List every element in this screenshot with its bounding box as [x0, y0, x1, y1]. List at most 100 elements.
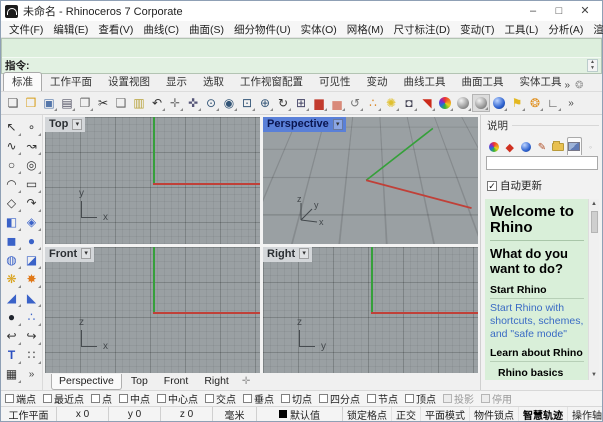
panel-tab-render-icon[interactable]: ◆ — [502, 139, 517, 155]
paste-icon[interactable]: ▥ — [130, 94, 148, 112]
point-cloud-tool-icon[interactable]: ∷ — [23, 346, 41, 364]
link-diagram-icon[interactable]: ∴ — [364, 94, 382, 112]
osnap-vertex[interactable]: 顶点 — [405, 391, 436, 406]
maximize-button[interactable]: □ — [546, 2, 572, 20]
menu-tools[interactable]: 工具(L) — [500, 22, 544, 37]
viewport-top[interactable]: Top ▾ y x — [45, 117, 260, 244]
polygon-tool-icon[interactable]: ◇ — [3, 194, 21, 212]
checkbox-icon[interactable] — [205, 394, 214, 403]
osnap-center[interactable]: 中心点 — [157, 391, 198, 406]
checkbox-icon[interactable] — [367, 394, 376, 403]
osnap-perpendicular[interactable]: 垂点 — [243, 391, 274, 406]
zoom-extents-icon[interactable]: ⊕ — [256, 94, 274, 112]
menu-solid[interactable]: 实体(O) — [296, 22, 342, 37]
boolean-tool-icon[interactable]: ● — [3, 308, 21, 326]
viewport-front-label[interactable]: Front ▾ — [45, 247, 94, 262]
options-gear-icon[interactable]: ❂ — [526, 94, 544, 112]
osnap-point[interactable]: 点 — [91, 391, 112, 406]
torus-tool-icon[interactable]: ◍ — [3, 251, 21, 269]
osnap-intersection[interactable]: 交点 — [205, 391, 236, 406]
chamfer-tool-icon[interactable]: ◣ — [23, 289, 41, 307]
viewport-tab-front[interactable]: Front — [157, 374, 196, 389]
toolbar-tab-transform[interactable]: 变动 — [359, 73, 396, 91]
new-file-icon[interactable]: ❏ — [4, 94, 22, 112]
undo-icon[interactable]: ↶ — [148, 94, 166, 112]
sphere-tool-icon[interactable]: ● — [23, 232, 41, 250]
menu-render[interactable]: 渲染(R) — [588, 22, 603, 37]
command-history-spinner[interactable]: ▲▼ — [587, 59, 598, 72]
toolbar-tab-set-view[interactable]: 设置视图 — [100, 73, 158, 91]
move-icon[interactable]: ✜ — [184, 94, 202, 112]
point-tool-icon[interactable]: ∘ — [23, 118, 41, 136]
cut-icon[interactable]: ✂ — [94, 94, 112, 112]
checkbox-icon[interactable] — [243, 394, 252, 403]
save-file-icon[interactable]: ▣ — [40, 94, 58, 112]
toolbar-tab-select[interactable]: 选取 — [195, 73, 232, 91]
cplane-button[interactable]: 工作平面 — [1, 407, 57, 421]
toggle-gumball[interactable]: 操作轴 — [568, 407, 602, 421]
viewport-tab-right[interactable]: Right — [197, 374, 236, 389]
zoom-window-icon[interactable]: ⊡ — [238, 94, 256, 112]
viewport-perspective-label[interactable]: Perspective ▾ — [263, 117, 346, 132]
toolbar-options-gear-icon[interactable]: ❂ — [572, 80, 586, 91]
osnap-project[interactable]: 投影 — [443, 391, 474, 406]
viewport-tab-top[interactable]: Top — [124, 374, 155, 389]
minimize-button[interactable]: – — [520, 2, 546, 20]
point-group-tool-icon[interactable]: ∴ — [23, 308, 41, 326]
start-rhino-link[interactable]: Start Rhino with shortcuts, schemes, and… — [490, 302, 584, 341]
rectangle-tool-icon[interactable]: ▭ — [23, 175, 41, 193]
toolbar-tab-curve-tools[interactable]: 曲线工具 — [396, 73, 454, 91]
loft-surface-tool-icon[interactable]: ◈ — [23, 213, 41, 231]
panel-tab-more-icon[interactable]: ◦ — [583, 139, 598, 155]
menu-surface[interactable]: 曲面(S) — [184, 22, 229, 37]
viewport-right-label[interactable]: Right ▾ — [263, 247, 312, 262]
checkbox-icon[interactable] — [481, 394, 490, 403]
lightbulb-icon[interactable]: ✺ — [382, 94, 400, 112]
panel-tab-display-icon[interactable] — [486, 139, 501, 155]
toggle-planar-mode[interactable]: 平面模式 — [421, 407, 470, 421]
checkbox-icon[interactable] — [91, 394, 100, 403]
rendered-sphere-icon[interactable] — [472, 94, 490, 112]
viewport-menu-caret-icon[interactable]: ▾ — [81, 248, 91, 259]
toolbar-tab-display[interactable]: 显示 — [158, 73, 195, 91]
viewport-layout-icon[interactable]: ⊞ — [292, 94, 310, 112]
toggle-osnap[interactable]: 物件锁点 — [470, 407, 519, 421]
panel-tab-notes-icon[interactable]: ✎ — [534, 139, 549, 155]
toggle-ortho[interactable]: 正交 — [392, 407, 421, 421]
help-scrollbar[interactable]: ▲ ▼ — [588, 199, 599, 380]
rotate-view-icon[interactable]: ↻ — [274, 94, 292, 112]
toolbar-tabs-overflow[interactable]: » — [563, 80, 573, 91]
layer-button[interactable]: 默认值 — [257, 407, 343, 421]
panel-tab-materials-icon[interactable] — [518, 139, 533, 155]
menu-view[interactable]: 查看(V) — [93, 22, 138, 37]
checkbox-icon[interactable] — [43, 394, 52, 403]
block-tool-icon[interactable]: ▦ — [3, 365, 21, 383]
open-file-icon[interactable]: ❒ — [22, 94, 40, 112]
rhino-render-icon[interactable]: ◥ — [418, 94, 436, 112]
auto-update-checkbox[interactable]: ✓ 自动更新 — [487, 178, 599, 193]
toggle-grid-snap[interactable]: 锁定格点 — [343, 407, 392, 421]
freeform-curve-tool-icon[interactable]: ↷ — [23, 194, 41, 212]
print-icon[interactable]: ▤ — [58, 94, 76, 112]
checkbox-icon[interactable] — [319, 394, 328, 403]
checkbox-icon[interactable] — [119, 394, 128, 403]
toolbar-tab-cplanes[interactable]: 工作平面 — [42, 73, 100, 91]
toolbar-tab-surface-tools[interactable]: 曲面工具 — [454, 73, 512, 91]
checkbox-icon[interactable] — [443, 394, 452, 403]
side-toolbar-overflow[interactable]: » — [23, 365, 41, 383]
checkbox-icon[interactable] — [281, 394, 290, 403]
osnap-tangent[interactable]: 切点 — [281, 391, 312, 406]
viewport-front[interactable]: Front ▾ z x — [45, 247, 260, 374]
extend-curve-icon[interactable]: ↪ — [23, 327, 41, 345]
checkbox-checked-icon[interactable]: ✓ — [487, 181, 497, 191]
help-search-input[interactable] — [486, 156, 598, 170]
raytraced-sphere-icon[interactable] — [490, 94, 508, 112]
rotate-camera-icon[interactable]: ↺ — [346, 94, 364, 112]
scroll-down-icon[interactable]: ▼ — [591, 370, 597, 380]
viewport-right[interactable]: Right ▾ z y — [263, 247, 478, 374]
fillet-tool-icon[interactable]: ◢ — [3, 289, 21, 307]
gear-tool-icon[interactable]: ❋ — [3, 270, 21, 288]
zoom-icon[interactable]: ⊙ — [202, 94, 220, 112]
explode-tool-icon[interactable]: ✸ — [23, 270, 41, 288]
add-viewport-tab-icon[interactable]: ✛ — [238, 376, 254, 387]
